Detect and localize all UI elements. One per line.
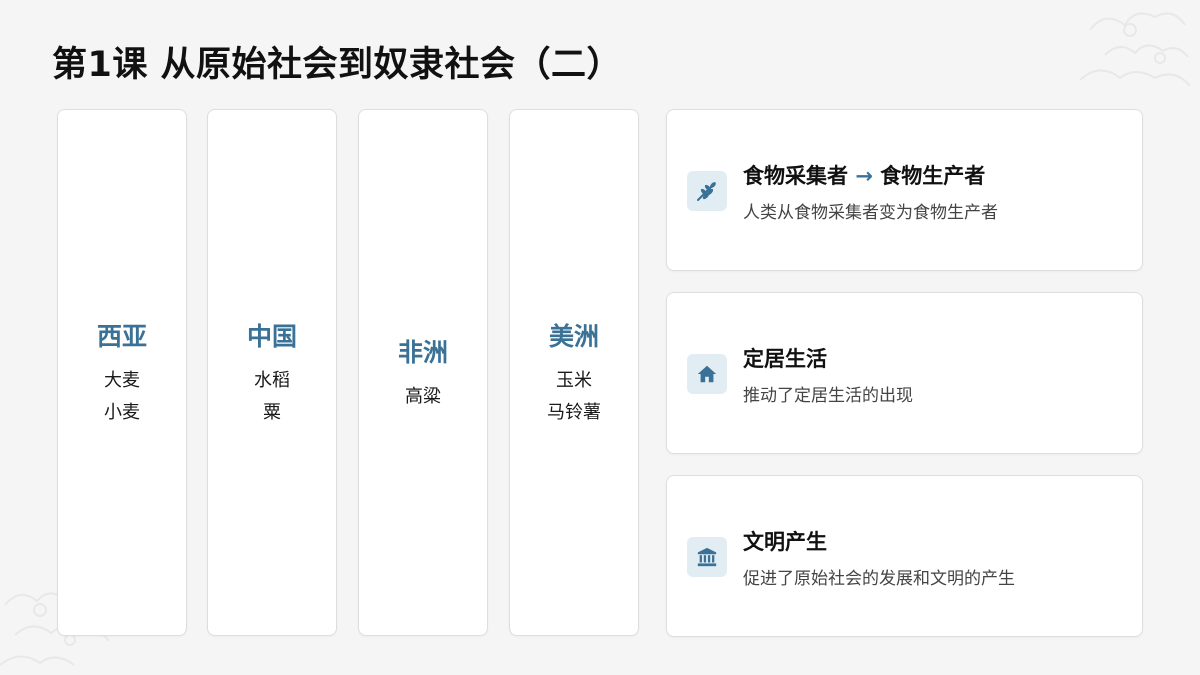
arrow-right-icon: → <box>855 164 873 188</box>
feature-title-to: 食物生产者 <box>880 164 986 188</box>
crop-label: 水稻 <box>254 369 290 391</box>
feature-card-civilization: 文明产生 促进了原始社会的发展和文明的产生 <box>666 475 1143 637</box>
crop-label: 高粱 <box>405 385 441 407</box>
feature-description: 人类从食物采集者变为食物生产者 <box>743 203 998 223</box>
feature-title: 食物采集者 → 食物生产者 <box>743 160 985 190</box>
feature-card-settled-life: 定居生活 推动了定居生活的出现 <box>666 292 1143 454</box>
feature-card-food-production: 食物采集者 → 食物生产者 人类从食物采集者变为食物生产者 <box>666 109 1143 271</box>
institution-icon <box>687 537 727 577</box>
region-name: 美洲 <box>548 321 599 351</box>
region-name: 非洲 <box>397 337 448 367</box>
feature-title: 文明产生 <box>743 530 827 554</box>
crop-label: 玉米 <box>556 369 592 391</box>
region-card-americas: 美洲 玉米 马铃薯 <box>509 109 639 636</box>
feature-title-from: 食物采集者 <box>743 164 848 188</box>
region-name: 西亚 <box>96 321 147 351</box>
house-icon <box>687 354 727 394</box>
region-card-china: 中国 水稻 粟 <box>207 109 337 636</box>
crop-label: 马铃薯 <box>547 401 601 423</box>
crop-label: 大麦 <box>104 369 140 391</box>
crop-label: 小麦 <box>104 401 140 423</box>
feature-description: 促进了原始社会的发展和文明的产生 <box>743 569 1015 589</box>
crop-label: 粟 <box>263 401 281 423</box>
region-name: 中国 <box>246 321 297 351</box>
feature-description: 推动了定居生活的出现 <box>743 386 913 406</box>
feature-title: 定居生活 <box>743 347 827 371</box>
page-title: 第1课 从原始社会到奴隶社会（二） <box>52 45 623 85</box>
cloud-ornament-icon <box>1079 12 1191 87</box>
region-card-west-asia: 西亚 大麦 小麦 <box>57 109 187 636</box>
region-card-africa: 非洲 高粱 <box>358 109 488 636</box>
wheat-icon <box>687 171 727 211</box>
